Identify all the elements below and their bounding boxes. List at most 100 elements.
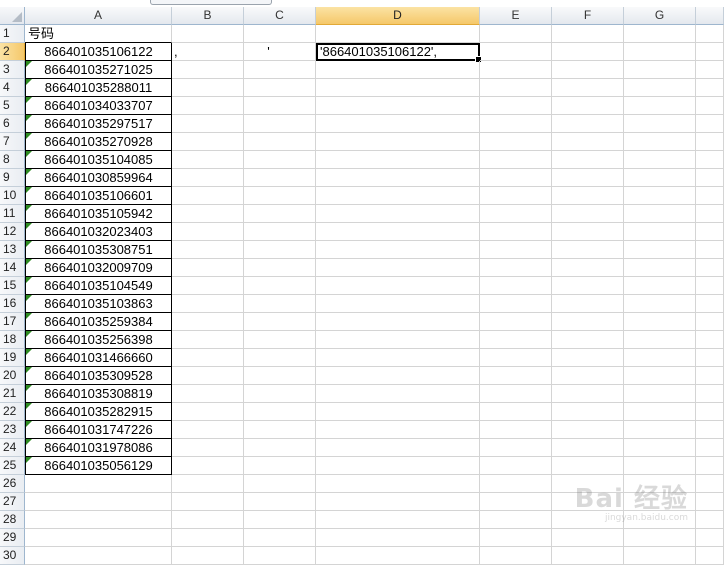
cell-f9[interactable] — [552, 169, 624, 187]
row-header-26[interactable]: 26 — [0, 475, 25, 493]
cell-f5[interactable] — [552, 97, 624, 115]
cell-b27[interactable] — [172, 493, 244, 511]
row-header-14[interactable]: 14 — [0, 259, 25, 277]
cell-f12[interactable] — [552, 223, 624, 241]
cell-a24[interactable]: 866401031978086 — [25, 439, 172, 457]
column-header-f[interactable]: F — [552, 7, 624, 25]
cell-a28[interactable] — [25, 511, 172, 529]
cell-f3[interactable] — [552, 61, 624, 79]
cell-f30[interactable] — [552, 547, 624, 565]
cell-d17[interactable] — [316, 313, 480, 331]
cell-g24[interactable] — [624, 439, 696, 457]
cell-b11[interactable] — [172, 205, 244, 223]
cell-b14[interactable] — [172, 259, 244, 277]
row-header-8[interactable]: 8 — [0, 151, 25, 169]
row-header-15[interactable]: 15 — [0, 277, 25, 295]
row-header-5[interactable]: 5 — [0, 97, 25, 115]
cell-b25[interactable] — [172, 457, 244, 475]
row-header-27[interactable]: 27 — [0, 493, 25, 511]
cell-c7[interactable] — [244, 133, 316, 151]
cell-c20[interactable] — [244, 367, 316, 385]
cell-c23[interactable] — [244, 421, 316, 439]
cell-a30[interactable] — [25, 547, 172, 565]
row-header-19[interactable]: 19 — [0, 349, 25, 367]
cell-d8[interactable] — [316, 151, 480, 169]
row-header-11[interactable]: 11 — [0, 205, 25, 223]
cell-d24[interactable] — [316, 439, 480, 457]
cell-a18[interactable]: 866401035256398 — [25, 331, 172, 349]
cell-d4[interactable] — [316, 79, 480, 97]
cell-a29[interactable] — [25, 529, 172, 547]
cell-e16[interactable] — [480, 295, 552, 313]
row-header-13[interactable]: 13 — [0, 241, 25, 259]
cell-a14[interactable]: 866401032009709 — [25, 259, 172, 277]
cell-c12[interactable] — [244, 223, 316, 241]
cell-f20[interactable] — [552, 367, 624, 385]
cell-a15[interactable]: 866401035104549 — [25, 277, 172, 295]
cell-f8[interactable] — [552, 151, 624, 169]
cell-c4[interactable] — [244, 79, 316, 97]
cell-g3[interactable] — [624, 61, 696, 79]
cell-b10[interactable] — [172, 187, 244, 205]
cell-f16[interactable] — [552, 295, 624, 313]
cell-c22[interactable] — [244, 403, 316, 421]
row-header-12[interactable]: 12 — [0, 223, 25, 241]
cell-g11[interactable] — [624, 205, 696, 223]
cell-a25[interactable]: 866401035056129 — [25, 457, 172, 475]
cell-d3[interactable] — [316, 61, 480, 79]
cell-b4[interactable] — [172, 79, 244, 97]
row-header-3[interactable]: 3 — [0, 61, 25, 79]
column-header-d[interactable]: D — [316, 7, 480, 25]
cell-a3[interactable]: 866401035271025 — [25, 61, 172, 79]
cell-f13[interactable] — [552, 241, 624, 259]
cell-e2[interactable] — [480, 43, 552, 61]
cell-a11[interactable]: 866401035105942 — [25, 205, 172, 223]
cell-b15[interactable] — [172, 277, 244, 295]
cell-g6[interactable] — [624, 115, 696, 133]
cell-b7[interactable] — [172, 133, 244, 151]
cell-d29[interactable] — [316, 529, 480, 547]
cell-b24[interactable] — [172, 439, 244, 457]
cell-b20[interactable] — [172, 367, 244, 385]
cell-c19[interactable] — [244, 349, 316, 367]
cell-d7[interactable] — [316, 133, 480, 151]
row-header-30[interactable]: 30 — [0, 547, 25, 565]
cell-a1[interactable]: 号码 — [25, 25, 172, 43]
column-header-c[interactable]: C — [244, 7, 316, 25]
cell-d12[interactable] — [316, 223, 480, 241]
cell-b18[interactable] — [172, 331, 244, 349]
cell-d20[interactable] — [316, 367, 480, 385]
cell-d16[interactable] — [316, 295, 480, 313]
cell-e24[interactable] — [480, 439, 552, 457]
cell-b22[interactable] — [172, 403, 244, 421]
cell-a13[interactable]: 866401035308751 — [25, 241, 172, 259]
cell-d6[interactable] — [316, 115, 480, 133]
cell-a23[interactable]: 866401031747226 — [25, 421, 172, 439]
row-header-1[interactable]: 1 — [0, 25, 25, 43]
cell-g5[interactable] — [624, 97, 696, 115]
cell-b29[interactable] — [172, 529, 244, 547]
cell-e20[interactable] — [480, 367, 552, 385]
cell-d5[interactable] — [316, 97, 480, 115]
cell-a19[interactable]: 866401031466660 — [25, 349, 172, 367]
cell-g8[interactable] — [624, 151, 696, 169]
cell-f25[interactable] — [552, 457, 624, 475]
cell-d30[interactable] — [316, 547, 480, 565]
cell-g13[interactable] — [624, 241, 696, 259]
column-header-g[interactable]: G — [624, 7, 696, 25]
row-header-29[interactable]: 29 — [0, 529, 25, 547]
cell-e17[interactable] — [480, 313, 552, 331]
cell-g10[interactable] — [624, 187, 696, 205]
cell-a10[interactable]: 866401035106601 — [25, 187, 172, 205]
cell-a26[interactable] — [25, 475, 172, 493]
cell-c21[interactable] — [244, 385, 316, 403]
cell-a12[interactable]: 866401032023403 — [25, 223, 172, 241]
row-header-9[interactable]: 9 — [0, 169, 25, 187]
cell-b5[interactable] — [172, 97, 244, 115]
cell-e12[interactable] — [480, 223, 552, 241]
cell-e30[interactable] — [480, 547, 552, 565]
cell-a20[interactable]: 866401035309528 — [25, 367, 172, 385]
row-header-10[interactable]: 10 — [0, 187, 25, 205]
cell-d21[interactable] — [316, 385, 480, 403]
cell-g21[interactable] — [624, 385, 696, 403]
